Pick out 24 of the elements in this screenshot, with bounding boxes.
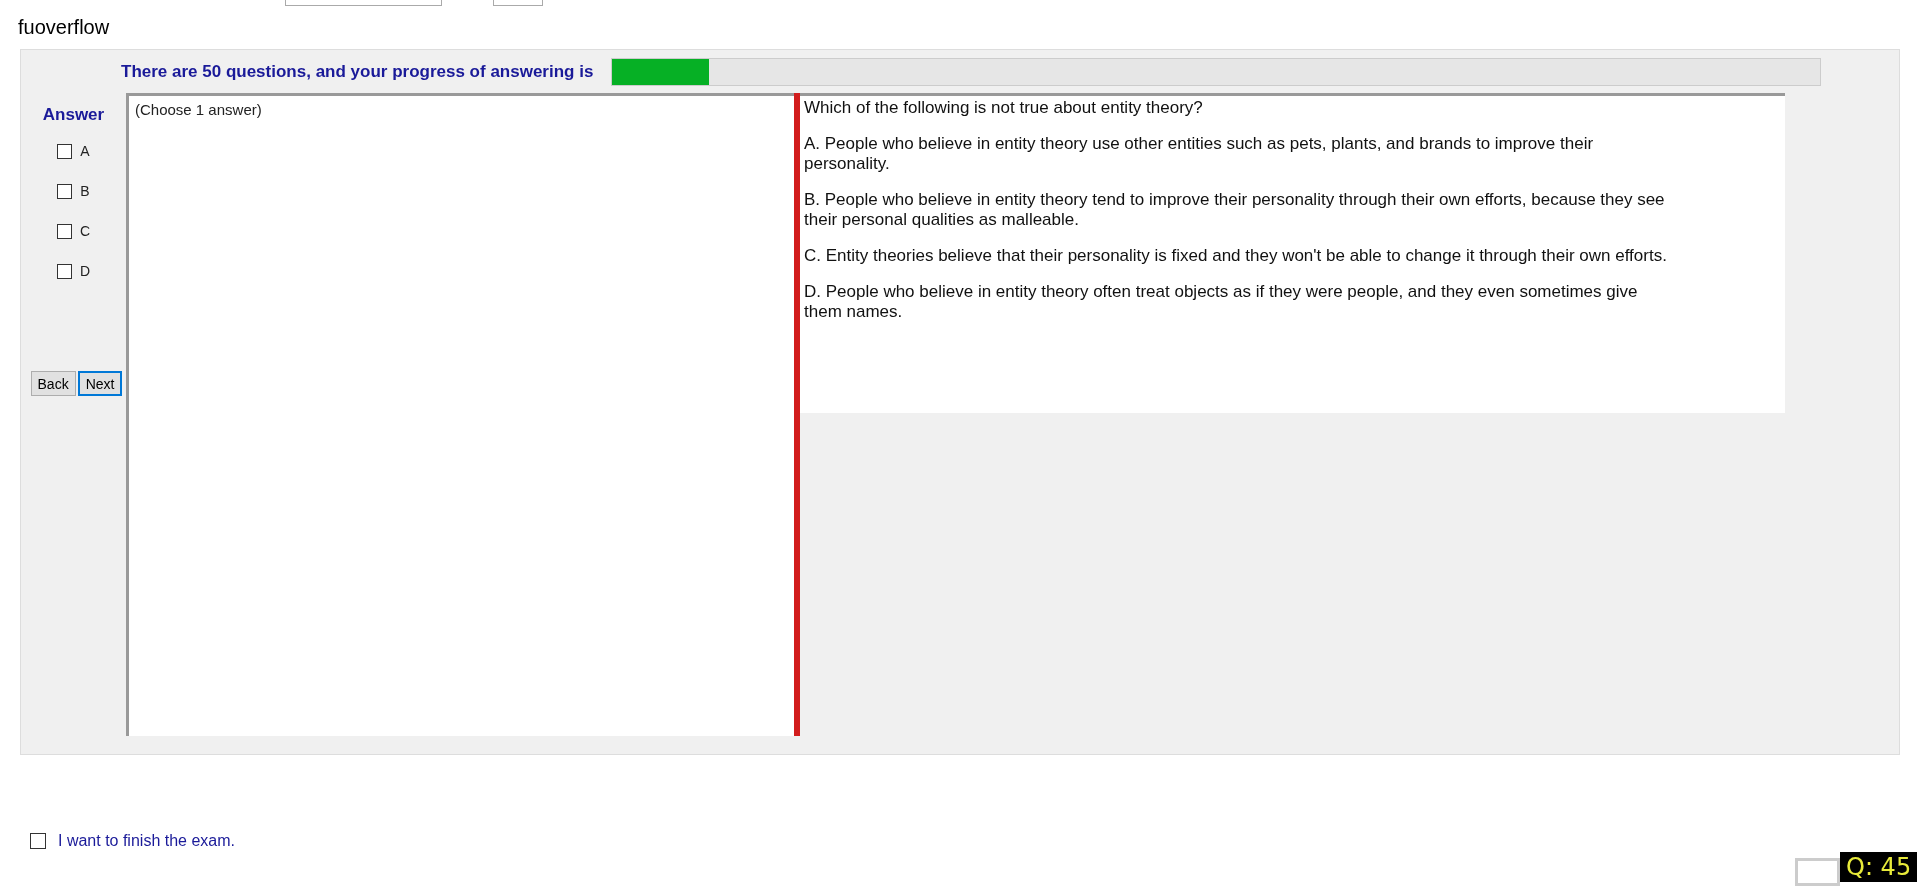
- question-badge: Q: 45: [1840, 852, 1918, 882]
- input-field[interactable]: [285, 0, 442, 6]
- input-field[interactable]: [493, 0, 543, 6]
- option-label: A: [80, 143, 90, 159]
- answer-checkbox[interactable]: [56, 223, 72, 239]
- option-label: C: [79, 223, 91, 239]
- question-text: B. People who believe in entity theory tend to improve their personality through their own efforts, because they see their personal qualities as malleable.: [804, 190, 1666, 230]
- answer-hint: (Choose 1 answer): [135, 101, 262, 118]
- answer-title: Answer: [42, 105, 105, 125]
- question-text: C. Entity theories believe that their personality is fixed and they won't be able to change it through their own efforts.: [804, 246, 1668, 266]
- finish-label: I want to finish the exam.: [58, 832, 235, 850]
- back-button[interactable]: Back: [30, 371, 76, 396]
- question-text: A. People who believe in entity theory use other entities such as pets, plants, and brands to improve their personality.: [804, 134, 1595, 174]
- answer-checkbox[interactable]: [57, 183, 73, 199]
- option-label: B: [80, 183, 90, 199]
- progress-label: There are 50 questions, and your progress of answering is: [121, 61, 594, 82]
- answer-checkbox[interactable]: [56, 263, 72, 279]
- finish-checkbox[interactable]: [30, 833, 46, 849]
- question-text: Which of the following is not true about entity theory?: [804, 98, 1204, 118]
- app-title: fuoverflow: [18, 16, 110, 40]
- option-label: D: [79, 263, 91, 279]
- question-text: D. People who believe in entity theory often treat objects as if they were people, and they even sometimes give them names.: [804, 282, 1639, 322]
- answer-checkbox[interactable]: [57, 143, 73, 159]
- next-button[interactable]: Next: [77, 371, 123, 396]
